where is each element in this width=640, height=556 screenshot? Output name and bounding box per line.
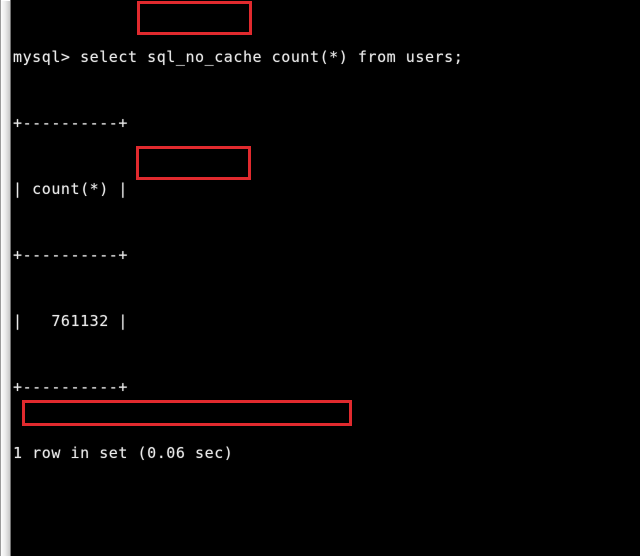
terminal-output: mysql> select sql_no_cache count(*) from…	[13, 2, 633, 556]
terminal-line: +----------+	[13, 378, 128, 396]
terminal-line: | count(*) |	[13, 180, 128, 198]
terminal-line: | 761132 |	[13, 312, 128, 330]
vertical-scrollbar[interactable]	[0, 0, 11, 556]
terminal-line: mysql> select sql_no_cache count(*) from…	[13, 48, 464, 66]
terminal-window[interactable]: mysql> select sql_no_cache count(*) from…	[0, 0, 640, 556]
scrollbar-thumb[interactable]	[1, 0, 10, 556]
terminal-line: +----------+	[13, 246, 128, 264]
terminal-line: +----------+	[13, 114, 128, 132]
terminal-line: 1 row in set (0.06 sec)	[13, 444, 234, 462]
